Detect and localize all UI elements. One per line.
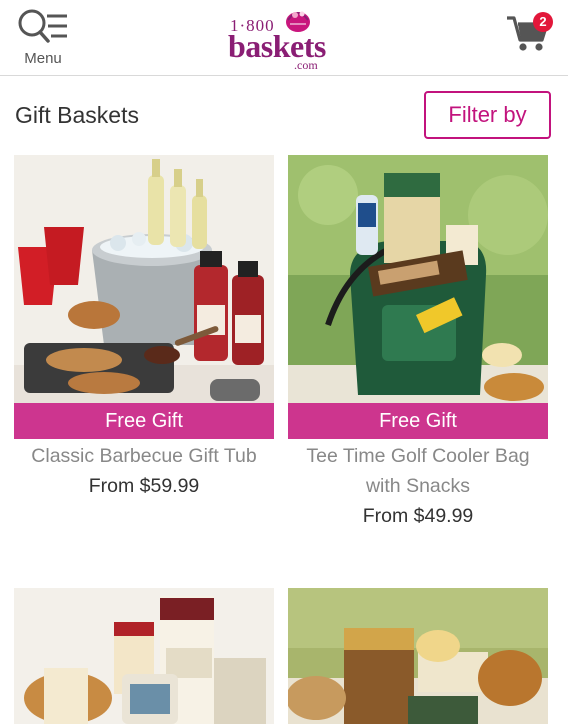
product-card[interactable]: Free Gift Tee Time Golf Cooler Bag with … bbox=[288, 155, 548, 535]
logo-domain: .com bbox=[294, 58, 318, 72]
product-name[interactable]: Tee Time Golf Cooler Bag with Snacks bbox=[288, 441, 548, 501]
cart-count-badge: 2 bbox=[533, 12, 553, 32]
product-card[interactable] bbox=[14, 588, 274, 724]
header: Menu 1·800 baskets .com 2 bbox=[0, 0, 568, 76]
site-logo[interactable]: 1·800 baskets .com bbox=[226, 6, 342, 72]
product-card[interactable]: Free Gift Classic Barbecue Gift Tub From… bbox=[14, 155, 274, 515]
page-title: Gift Baskets bbox=[15, 102, 139, 128]
product-image[interactable] bbox=[14, 588, 274, 724]
product-image[interactable] bbox=[288, 155, 548, 439]
free-gift-banner: Free Gift bbox=[14, 403, 274, 439]
product-price: From $49.99 bbox=[362, 505, 474, 527]
menu-label: Menu bbox=[24, 50, 62, 67]
free-gift-banner: Free Gift bbox=[288, 403, 548, 439]
product-price: From $59.99 bbox=[88, 475, 200, 497]
product-name[interactable]: Classic Barbecue Gift Tub bbox=[14, 441, 274, 471]
cart-button[interactable]: 2 bbox=[505, 12, 557, 58]
search-menu-icon bbox=[18, 9, 67, 43]
product-image[interactable] bbox=[288, 588, 548, 724]
product-image[interactable] bbox=[14, 155, 274, 439]
product-card[interactable] bbox=[288, 588, 548, 724]
menu-button[interactable]: Menu bbox=[12, 8, 74, 70]
filter-button[interactable]: Filter by bbox=[424, 91, 551, 139]
